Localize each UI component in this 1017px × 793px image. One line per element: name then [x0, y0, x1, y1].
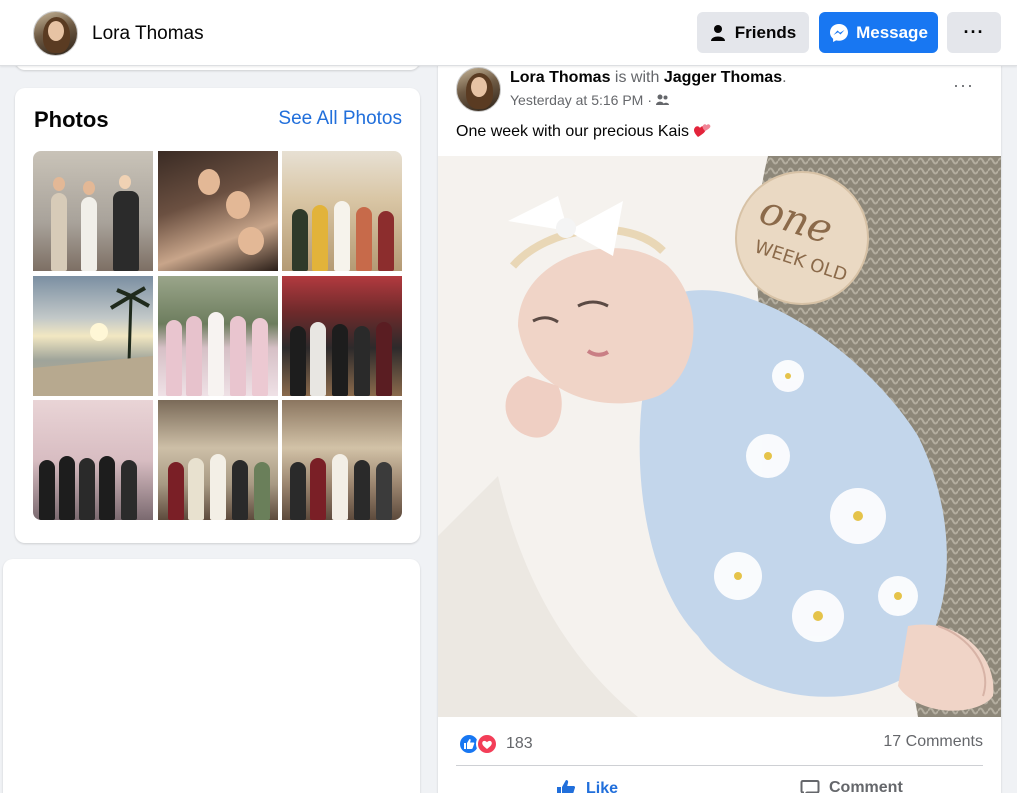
person-shape	[59, 456, 75, 520]
person-shape	[376, 462, 392, 520]
person-shape	[229, 315, 246, 396]
person-head-shape	[53, 177, 65, 191]
person-shape	[81, 197, 97, 271]
photo-thumbnail[interactable]	[282, 275, 402, 396]
post-actions-divider	[456, 765, 983, 766]
person-shape	[185, 315, 202, 396]
person-shape	[310, 321, 326, 396]
person-shape	[332, 454, 348, 520]
photos-card: Photos See All Photos	[15, 88, 420, 543]
post-meta: Yesterday at 5:16 PM ·	[510, 92, 670, 108]
post-text: One week with our precious Kais	[456, 122, 713, 141]
palm-tree-icon	[33, 285, 153, 396]
baby-photo-illustration: one WEEK OLD	[438, 156, 1001, 717]
post-author-avatar[interactable]	[456, 67, 501, 112]
person-head-shape	[119, 175, 131, 189]
reaction-summary[interactable]: 183	[458, 733, 533, 755]
post-photo[interactable]: one WEEK OLD	[438, 156, 1001, 717]
profile-avatar[interactable]	[33, 11, 78, 56]
feed-post: Lora Thomas is with Jagger Thomas. Yeste…	[438, 56, 1001, 793]
person-shape	[39, 460, 55, 520]
post-text-body: One week with our precious Kais	[456, 123, 689, 140]
like-button-label: Like	[586, 780, 619, 793]
tagged-suffix: .	[782, 69, 787, 86]
person-shape	[121, 460, 137, 520]
photo-thumbnail[interactable]	[157, 151, 278, 271]
reaction-count: 183	[506, 735, 533, 752]
photo-thumbnail[interactable]	[157, 400, 278, 520]
thumbs-up-icon	[557, 780, 576, 793]
person-head-shape	[225, 191, 250, 219]
person-shape	[113, 191, 139, 271]
person-shape	[253, 462, 270, 520]
person-shape	[312, 205, 328, 271]
love-reaction-icon	[476, 733, 498, 755]
photo-thumbnail[interactable]	[157, 275, 278, 396]
see-all-photos-link[interactable]: See All Photos	[278, 108, 402, 130]
message-button-label: Message	[856, 22, 928, 42]
avatar-face-shape	[48, 21, 64, 41]
friend-check-icon	[710, 24, 728, 41]
post-with-text: is with	[614, 69, 660, 86]
avatar-image	[457, 68, 500, 111]
profile-name[interactable]: Lora Thomas	[92, 23, 204, 45]
person-shape	[207, 311, 224, 396]
tagged-friend-name[interactable]: Jagger Thomas	[664, 69, 782, 86]
photo-thumbnail[interactable]	[33, 400, 153, 520]
person-shape	[354, 460, 370, 520]
heart-icon	[694, 124, 711, 137]
person-shape	[376, 321, 392, 396]
person-shape	[209, 454, 226, 520]
photos-title: Photos	[34, 107, 109, 132]
friends-button[interactable]: Friends	[697, 12, 809, 53]
person-head-shape	[237, 227, 264, 255]
person-shape	[167, 462, 184, 520]
meta-separator: ·	[647, 92, 653, 108]
post-header: Lora Thomas is with Jagger Thomas.	[510, 69, 787, 87]
photo-grid	[33, 151, 402, 520]
person-shape	[165, 319, 182, 396]
post-author-name[interactable]: Lora Thomas	[510, 69, 610, 86]
comment-button[interactable]: Comment	[800, 778, 903, 793]
person-head-shape	[83, 181, 95, 195]
photo-thumbnail[interactable]	[33, 275, 153, 396]
person-shape	[99, 456, 115, 520]
person-shape	[354, 325, 370, 396]
person-shape	[187, 458, 204, 520]
message-button[interactable]: Message	[819, 12, 938, 53]
person-shape	[334, 201, 350, 271]
post-options-icon[interactable]: ···	[953, 75, 974, 96]
person-shape	[332, 323, 348, 396]
person-shape	[292, 209, 308, 271]
person-shape	[378, 211, 394, 271]
empty-card	[3, 559, 420, 793]
person-shape	[51, 193, 67, 271]
more-options-button[interactable]: ···	[947, 12, 1001, 53]
person-shape	[290, 462, 306, 520]
friends-icon[interactable]	[656, 94, 670, 106]
person-shape	[79, 458, 95, 520]
person-shape	[290, 325, 306, 396]
photo-thumbnail[interactable]	[282, 151, 402, 271]
messenger-icon	[830, 23, 849, 42]
person-shape	[356, 207, 372, 271]
like-button[interactable]: Like	[555, 778, 618, 793]
person-head-shape	[197, 169, 220, 195]
comment-button-label: Comment	[829, 779, 903, 793]
avatar-face-shape	[471, 77, 487, 97]
photo-thumbnail[interactable]	[282, 400, 402, 520]
friends-button-label: Friends	[734, 22, 797, 42]
more-options-icon: ···	[963, 22, 985, 42]
photo-thumbnail[interactable]	[33, 151, 153, 271]
profile-header-bar: Lora Thomas Friends Message ···	[0, 0, 1017, 66]
comments-count[interactable]: 17 Comments	[883, 733, 983, 751]
person-shape	[310, 458, 326, 520]
comment-icon	[800, 780, 820, 793]
person-shape	[231, 460, 248, 520]
person-shape	[251, 317, 268, 396]
post-timestamp[interactable]: Yesterday at 5:16 PM	[510, 92, 643, 108]
